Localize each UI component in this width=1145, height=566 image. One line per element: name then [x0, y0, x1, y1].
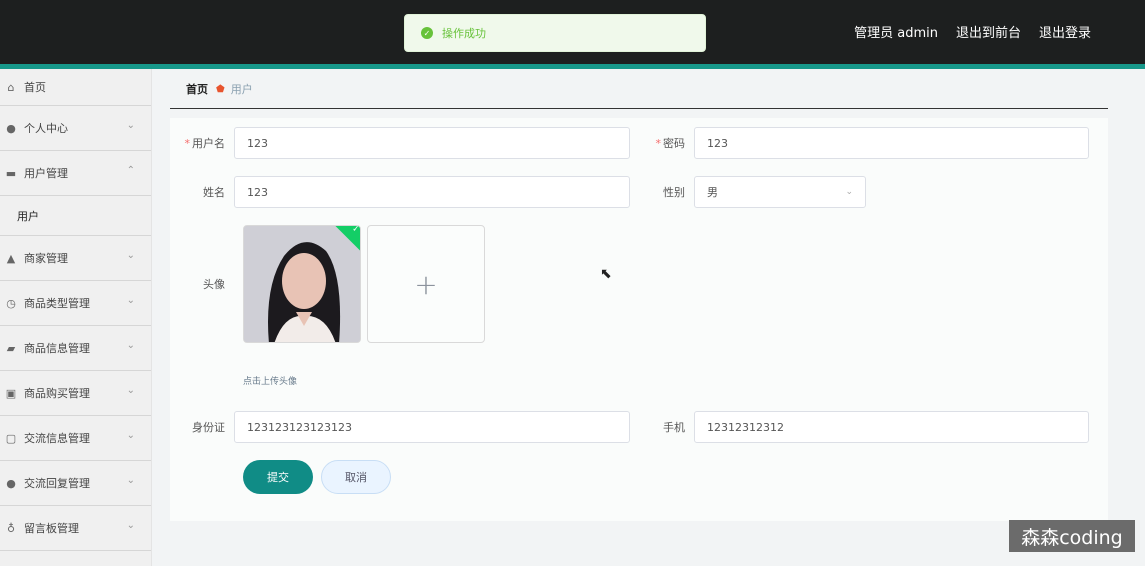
header-actions: 管理员 admin 退出到前台 退出登录 — [854, 22, 1091, 41]
user-form: * 用户名 123 * 密码 123 姓名 123 性别 男 ⌄ 头像 ✓ + 点击… — [170, 118, 1108, 521]
mic-icon: ♁ — [6, 521, 16, 535]
gender-select[interactable]: 男 ⌄ — [694, 176, 866, 208]
name-label: 姓名 — [203, 186, 225, 199]
mouse-cursor-icon: ⬉ — [600, 266, 612, 282]
admin-label: 管理员 admin — [854, 26, 938, 41]
logout-link[interactable]: 退出登录 — [1039, 22, 1091, 41]
home-icon: ⌂ — [7, 80, 15, 94]
chevron-down-icon: ⌄ — [126, 250, 135, 261]
sidebar-item-product-info[interactable]: ▰ 商品信息管理 ⌄ — [0, 326, 151, 371]
chevron-down-icon: ⌄ — [126, 475, 135, 486]
breadcrumb-current: 用户 — [230, 83, 253, 96]
sidebar-item-product-type[interactable]: ◷ 商品类型管理 ⌄ — [0, 281, 151, 326]
sidebar-item-label: 首页 — [24, 81, 46, 94]
avatar-upload-button[interactable]: + — [367, 225, 485, 343]
sidebar-item-user-management[interactable]: ▬ 用户管理 ⌃ — [0, 151, 151, 196]
avatar-preview[interactable]: ✓ — [243, 225, 361, 343]
chevron-down-icon: ⌄ — [126, 385, 135, 396]
username-label: * 用户名 — [184, 137, 226, 150]
chevron-down-icon: ⌄ — [126, 520, 135, 531]
sidebar-item-label: 商家管理 — [24, 252, 68, 265]
chevron-up-icon: ⌃ — [126, 165, 135, 176]
sidebar-item-message-board[interactable]: ♁ 留言板管理 ⌄ — [0, 506, 151, 551]
sidebar-item-merchant-management[interactable]: ▲ 商家管理 ⌄ — [0, 236, 151, 281]
sidebar-item-label: 留言板管理 — [24, 522, 79, 535]
chevron-down-icon: ⌄ — [126, 120, 135, 131]
phone-row: 手机 12312312312 — [630, 411, 1089, 443]
sidebar-item-personal-center[interactable]: ● 个人中心 ⌄ — [0, 106, 151, 151]
clipboard-icon: ▣ — [5, 386, 17, 400]
breadcrumb-home[interactable]: 首页 — [186, 81, 208, 97]
sidebar-item-label: 交流信息管理 — [24, 432, 90, 445]
id-card-input[interactable]: 123123123123123 — [234, 411, 630, 443]
phone-label: 手机 — [663, 421, 685, 434]
sidebar-item-home[interactable]: ⌂ 首页 — [0, 69, 151, 106]
chevron-down-icon: ⌄ — [126, 295, 135, 306]
plus-icon: + — [414, 267, 438, 301]
username-row: * 用户名 123 — [170, 127, 630, 159]
avatar-photo — [244, 226, 360, 342]
back-to-front-link[interactable]: 退出到前台 — [956, 22, 1021, 41]
user-icon: ● — [6, 121, 16, 135]
submit-button[interactable]: 提交 — [243, 460, 313, 494]
phone-input[interactable]: 12312312312 — [694, 411, 1089, 443]
sidebar-item-label: 商品购买管理 — [24, 387, 90, 400]
cancel-button[interactable]: 取消 — [321, 460, 391, 494]
password-label: * 密码 — [655, 137, 686, 150]
bulb-icon: ● — [6, 476, 16, 490]
sidebar-item-chat-reply[interactable]: ● 交流回复管理 ⌄ — [0, 461, 151, 506]
sidebar-item-chat-info[interactable]: ▢ 交流信息管理 ⌄ — [0, 416, 151, 461]
avatar-upload-hint: 点击上传头像 — [243, 377, 298, 387]
chevron-down-icon: ⌄ — [126, 430, 135, 441]
gender-row: 性别 男 ⌄ — [630, 176, 866, 208]
breadcrumb: 首页 ⬟ 用户 — [170, 70, 1108, 109]
gender-value: 男 — [707, 186, 718, 199]
clock-icon: ◷ — [6, 296, 16, 310]
ticket-icon: ▰ — [6, 341, 16, 355]
sidebar-item-label: 交流回复管理 — [24, 477, 90, 490]
name-input[interactable]: 123 — [234, 176, 630, 208]
sidebar-subitem-users[interactable]: 用户 — [0, 196, 151, 236]
sidebar-menu: ⌂ 首页 ● 个人中心 ⌄ ▬ 用户管理 ⌃ 用户 ▲ 商家管理 ⌄ ◷ 商品类… — [0, 69, 152, 566]
sidebar-item-label: 商品类型管理 — [24, 297, 90, 310]
id-card-label: 身份证 — [192, 421, 225, 434]
chat-icon: ▢ — [5, 431, 17, 445]
sidebar-item-label: 商品信息管理 — [24, 342, 90, 355]
watermark: 森森coding — [1009, 520, 1135, 552]
check-circle-icon: ✓ — [421, 27, 433, 39]
avatar-row: 头像 — [170, 276, 234, 292]
toast-message: 操作成功 — [442, 27, 486, 40]
users-icon: ▬ — [5, 166, 17, 180]
check-icon: ✓ — [352, 225, 360, 235]
success-toast: ✓ 操作成功 — [404, 14, 706, 52]
sidebar-item-label: 个人中心 — [24, 122, 68, 135]
name-row: 姓名 123 — [170, 176, 630, 208]
sidebar-item-label: 用户管理 — [24, 167, 68, 180]
sidebar-item-product-purchase[interactable]: ▣ 商品购买管理 ⌄ — [0, 371, 151, 416]
password-row: * 密码 123 — [630, 127, 1089, 159]
password-input[interactable]: 123 — [694, 127, 1089, 159]
chevron-down-icon: ⌄ — [845, 187, 853, 197]
accent-line — [0, 64, 1145, 69]
username-input[interactable]: 123 — [234, 127, 630, 159]
chevron-down-icon: ⌄ — [126, 340, 135, 351]
id-card-row: 身份证 123123123123123 — [170, 411, 630, 443]
avatar-label: 头像 — [203, 278, 225, 291]
merchant-icon: ▲ — [6, 251, 16, 265]
gender-label: 性别 — [663, 186, 685, 199]
home-flag-icon: ⬟ — [216, 83, 225, 95]
